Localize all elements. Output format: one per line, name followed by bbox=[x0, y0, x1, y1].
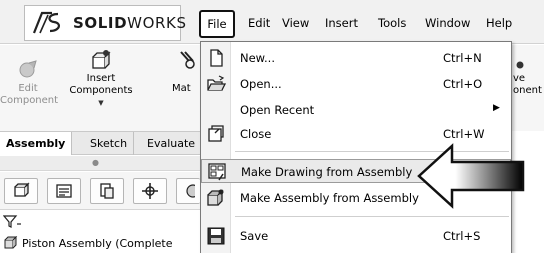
solidworks-logo[interactable]: SOLIDWORKS bbox=[24, 5, 186, 41]
tree-item-label: Piston Assembly (Complete bbox=[22, 237, 173, 250]
menu-item-save[interactable]: Save Ctrl+S bbox=[201, 224, 511, 248]
title-bar: SOLIDWORKS File Edit View Insert Tools W… bbox=[0, 0, 544, 44]
property-manager-icon bbox=[56, 184, 72, 198]
configuration-manager-tab[interactable] bbox=[90, 178, 124, 204]
menu-tools[interactable]: Tools bbox=[378, 11, 406, 35]
submenu-arrow-icon: ▶ bbox=[493, 103, 500, 113]
insert-components-icon bbox=[92, 50, 111, 69]
display-manager-tab[interactable] bbox=[176, 178, 200, 204]
close-document-icon bbox=[208, 125, 224, 142]
save-icon bbox=[207, 227, 225, 245]
mate-button[interactable]: Mat bbox=[172, 49, 198, 95]
new-document-icon bbox=[210, 49, 223, 67]
make-assembly-icon bbox=[207, 189, 224, 206]
menu-item-open[interactable]: Open... Ctrl+O bbox=[201, 72, 511, 96]
tab-sketch[interactable]: Sketch bbox=[84, 132, 135, 155]
tree-item-root-assembly[interactable]: Piston Assembly (Complete bbox=[0, 233, 230, 253]
menu-insert[interactable]: Insert bbox=[325, 11, 358, 35]
command-manager-tabs: Assembly Sketch Evaluate bbox=[0, 131, 230, 155]
edit-component-icon bbox=[19, 60, 37, 78]
menu-help[interactable]: Help bbox=[486, 11, 512, 35]
ds-logo-icon bbox=[32, 11, 60, 34]
dimxpert-icon bbox=[142, 183, 158, 199]
feature-tree-icon bbox=[14, 182, 30, 197]
display-manager-icon bbox=[185, 184, 195, 198]
menu-window[interactable]: Window bbox=[425, 11, 470, 35]
filter-icon[interactable] bbox=[3, 215, 23, 229]
menu-view[interactable]: View bbox=[282, 11, 309, 35]
chevron-down-icon[interactable]: ▼ bbox=[66, 97, 136, 109]
callout-arrow-icon bbox=[417, 143, 525, 209]
tab-assembly[interactable]: Assembly bbox=[0, 132, 73, 155]
logo-text: SOLIDWORKS bbox=[73, 14, 187, 32]
feature-tree-tab[interactable] bbox=[4, 178, 38, 204]
menu-file[interactable]: File bbox=[199, 10, 235, 38]
make-drawing-icon bbox=[208, 163, 226, 181]
filter-row bbox=[0, 211, 230, 233]
feature-manager-tabs bbox=[0, 172, 230, 210]
insert-components-button[interactable]: Insert Components ▼ bbox=[66, 49, 136, 109]
mate-icon bbox=[180, 51, 195, 69]
move-component-icon bbox=[516, 61, 524, 69]
collapse-dot-icon[interactable]: ● bbox=[92, 158, 99, 167]
tab-evaluate[interactable]: Evaluate bbox=[141, 132, 203, 155]
assembly-icon bbox=[4, 236, 18, 249]
configuration-manager-icon bbox=[100, 183, 114, 199]
dimxpert-manager-tab[interactable] bbox=[133, 178, 167, 204]
menu-item-open-recent[interactable]: Open Recent ▶ bbox=[201, 98, 511, 122]
menu-separator bbox=[235, 216, 509, 217]
open-folder-icon bbox=[207, 75, 226, 91]
move-component-button[interactable]: ve onent bbox=[513, 61, 544, 97]
menu-item-new[interactable]: New... Ctrl+N bbox=[201, 46, 511, 70]
property-manager-tab[interactable] bbox=[47, 178, 81, 204]
edit-component-button[interactable]: Edit Component bbox=[0, 59, 58, 107]
menu-edit[interactable]: Edit bbox=[248, 11, 270, 35]
panel-collapse-bar[interactable]: ● bbox=[0, 156, 230, 171]
